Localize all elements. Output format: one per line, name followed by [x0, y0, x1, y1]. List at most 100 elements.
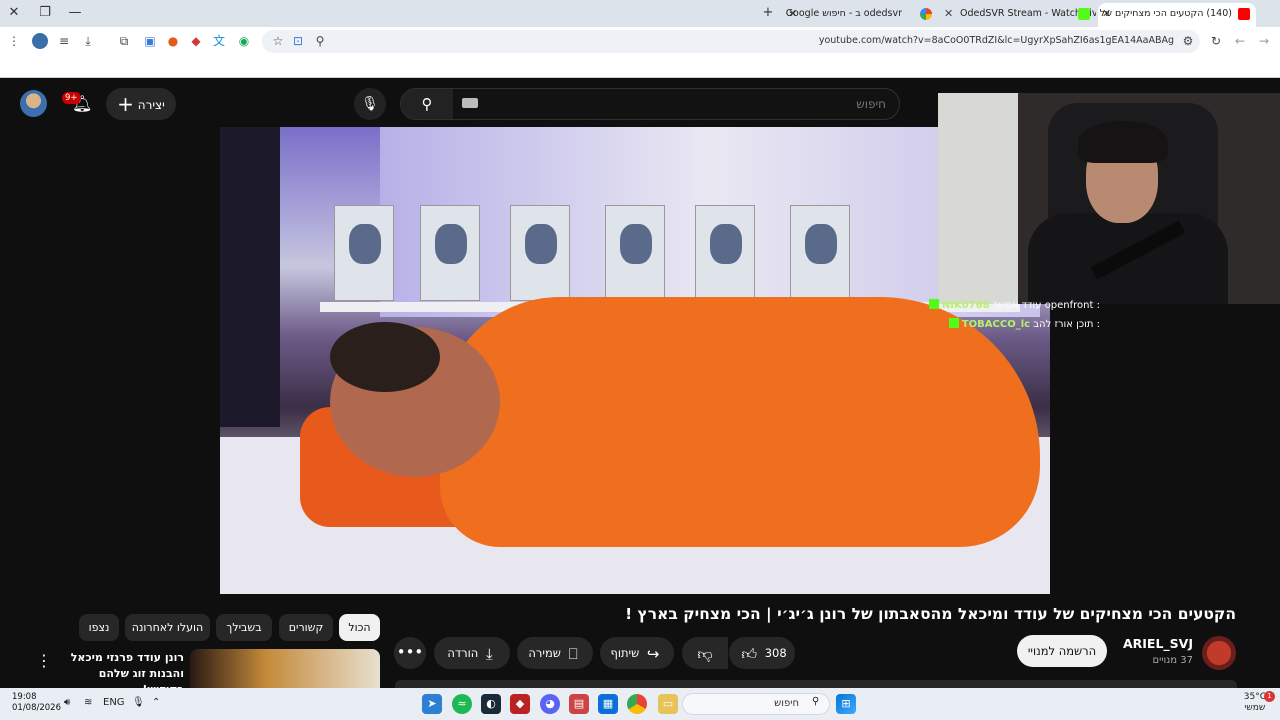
download-icon: ⤓: [485, 645, 493, 663]
dislike-button[interactable]: 👎︎: [682, 637, 728, 669]
telegram-icon[interactable]: ➤: [422, 694, 442, 714]
bookmark-star-icon[interactable]: ☆: [270, 33, 286, 49]
wifi-icon[interactable]: ≋: [84, 697, 92, 708]
window-minimize-button[interactable]: —: [65, 4, 85, 22]
extension-icon[interactable]: ●: [165, 33, 181, 49]
video-player[interactable]: [220, 127, 1050, 594]
webcam-streamer-hair: [1078, 121, 1168, 163]
create-label: יצירה: [137, 98, 165, 112]
folder-icon: ▭: [97, 61, 113, 80]
reading-list-icon[interactable]: ≡: [56, 33, 72, 49]
share-icon: ↪: [646, 645, 660, 663]
new-tab-button[interactable]: +: [758, 4, 778, 22]
all-bookmarks-folder[interactable]: כל הסימניות ▭: [10, 61, 113, 80]
webcam-overlay: [938, 93, 1280, 304]
steam-icon[interactable]: ◐: [481, 694, 501, 714]
extension-icon[interactable]: ◆: [188, 33, 204, 49]
profile-icon[interactable]: [32, 33, 48, 49]
show-hidden-icons-chevron-icon[interactable]: ⌃: [152, 697, 160, 708]
discord-icon[interactable]: ◕: [540, 694, 560, 714]
recommended-video-thumbnail[interactable]: [190, 649, 380, 689]
forward-icon[interactable]: ←: [1232, 33, 1248, 49]
chat-message-text: : openfront עודד אפשר: [992, 300, 1100, 311]
install-app-icon[interactable]: ⊡: [290, 33, 306, 49]
like-count: 308: [764, 646, 787, 660]
keyboard-icon[interactable]: [462, 98, 478, 108]
content-label: Content: [1195, 61, 1259, 80]
volume-icon[interactable]: 🔊︎: [64, 697, 70, 708]
taskbar-search[interactable]: חיפוש: [682, 693, 830, 715]
more-actions-icon[interactable]: •••: [394, 637, 426, 669]
zoom-icon[interactable]: ⚲: [312, 33, 328, 49]
reload-icon[interactable]: ↻: [1208, 33, 1224, 49]
file-explorer-icon[interactable]: ▭: [658, 694, 678, 714]
close-tab-icon[interactable]: ✕: [944, 3, 953, 25]
weather-badge: 1: [1264, 691, 1275, 702]
tab-label: OdedSVR Stream - Watch Live: [960, 8, 1096, 19]
channel-avatar[interactable]: [1202, 636, 1236, 670]
site-info-icon[interactable]: ⚙: [1180, 33, 1196, 49]
extension-icon[interactable]: ◉: [236, 33, 252, 49]
chat-username: NIK0768: [941, 300, 990, 311]
app-icon[interactable]: ◆: [510, 694, 530, 714]
clock-date: 01/08/2026: [12, 703, 61, 713]
chat-message: : תוכן אורז להב TOBACCO_lc: [946, 318, 1100, 330]
chip-watched[interactable]: נצפו: [79, 614, 119, 641]
extension-icon[interactable]: ▣: [142, 33, 158, 49]
kick-badge-icon: [928, 299, 939, 309]
clock-time: 19:08: [12, 692, 37, 702]
back-icon[interactable]: →: [1256, 33, 1272, 49]
download-icon[interactable]: ⤓: [80, 33, 96, 49]
app-icon[interactable]: ▤: [569, 694, 589, 714]
create-button[interactable]: יצירה +: [106, 88, 176, 120]
search-button[interactable]: ⚲: [401, 89, 453, 119]
share-label: שיתוף: [610, 646, 640, 660]
extensions-icon[interactable]: ⧉: [116, 33, 132, 49]
video-frame-funko: [605, 205, 665, 301]
video-frame-hair: [330, 322, 440, 392]
description-box[interactable]: [395, 680, 1237, 688]
video-frame-funko: [510, 205, 570, 301]
chip-related[interactable]: קשורים: [279, 614, 333, 641]
save-button[interactable]: ⎕ שמירה: [517, 637, 593, 669]
chip-all[interactable]: הכול: [339, 614, 380, 641]
search-input[interactable]: [490, 89, 886, 119]
voice-search-mic-icon[interactable]: 🎙︎: [354, 88, 386, 120]
like-button[interactable]: 308 👍︎: [729, 637, 795, 669]
window-restore-button[interactable]: ❐: [35, 4, 55, 22]
microsoft-store-icon[interactable]: ▦: [598, 694, 618, 714]
chip-recently-uploaded[interactable]: הועלו לאחרונה: [125, 614, 210, 641]
video-frame-funko: [695, 205, 755, 301]
account-avatar[interactable]: [20, 90, 47, 117]
bookmark-icon: ⎕: [568, 645, 578, 663]
download-button[interactable]: ⤓ הורדה: [434, 637, 510, 669]
channel-name[interactable]: ARIEL_SVJ: [1123, 636, 1193, 651]
chat-username: TOBACCO_lc: [961, 319, 1031, 330]
taskbar-search-label: חיפוש: [774, 698, 799, 709]
menu-icon[interactable]: ⋮: [6, 33, 22, 49]
search-icon: ⚲: [421, 95, 433, 113]
input-language[interactable]: ENG: [103, 697, 125, 708]
kick-badge-icon: [948, 318, 959, 328]
recommended-video-menu-icon[interactable]: ⋮: [36, 652, 52, 670]
bookmark-content-folder[interactable]: Content ▭: [1195, 61, 1279, 80]
system-clock[interactable]: 19:08 01/08/2026: [12, 692, 61, 714]
window-close-button[interactable]: ✕: [4, 4, 24, 22]
video-title: הקטעים הכי מצחיקים של עודד ומיכאל מהסאבת…: [625, 605, 1236, 623]
subscribe-button[interactable]: הרשמה למנויי: [1017, 635, 1107, 667]
tab-google-search[interactable]: ✕ odedsvr ב - חיפוש Google: [784, 3, 914, 27]
share-button[interactable]: ↪ שיתוף: [600, 637, 674, 669]
video-frame-guitar: [220, 127, 280, 427]
translate-icon[interactable]: 文: [211, 33, 227, 49]
spotify-icon[interactable]: ≈: [452, 694, 472, 714]
all-bookmarks-label: כל הסימניות: [10, 61, 93, 80]
weather-widget[interactable]: 35°C שמשי: [1244, 692, 1266, 714]
tab-kick-stream[interactable]: ✕ OdedSVR Stream - Watch Live: [940, 3, 1096, 27]
download-label: הורדה: [447, 646, 479, 660]
video-frame-onesie: [440, 297, 1040, 547]
chip-for-you[interactable]: בשבילך: [216, 614, 272, 641]
chrome-icon[interactable]: [627, 694, 647, 714]
windows-start-icon[interactable]: ⊞: [836, 694, 856, 714]
microphone-icon[interactable]: 🎙︎: [132, 697, 145, 708]
tab-youtube-video[interactable]: ✕ (140) הקטעים הכי מצחיקים של: [1098, 3, 1256, 27]
